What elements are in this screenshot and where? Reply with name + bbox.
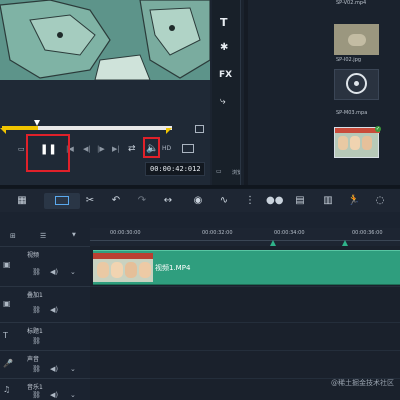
link-icon[interactable]: ⛓ xyxy=(32,365,41,373)
library-tool-strip: T ✱ FX ⤷ ▭ 浏览 xyxy=(212,0,242,185)
timeline-ruler[interactable]: 00:00:30:00 00:00:32:00 00:00:34:00 00:0… xyxy=(90,228,400,247)
record-icon[interactable]: ◉ xyxy=(190,193,206,209)
track-header-column: ⊞ ☰ ▼ ▣ 视频 ⛓ ◀) ⌄ ▣ 叠加1 ⛓ ◀) T 标题1 ⛓ 🎤 声… xyxy=(0,228,91,400)
audio-mixer-icon[interactable]: ∿ xyxy=(216,193,232,209)
dropdown-icon[interactable]: ▼ xyxy=(72,232,76,238)
sound-mixer-icon[interactable]: ⋮ xyxy=(242,193,258,209)
library-item-label: SP-V02.mp4 xyxy=(336,0,367,6)
expand-icon[interactable]: ⌄ xyxy=(70,268,76,276)
trim-start-handle[interactable] xyxy=(0,128,6,134)
tools-icon[interactable]: ✂ xyxy=(82,193,98,209)
link-icon[interactable]: ⛓ xyxy=(32,337,41,345)
graphics-tool-icon[interactable]: ✱ xyxy=(220,42,228,53)
multi-track-icon[interactable]: ▥ xyxy=(320,193,336,209)
timeline-header-gap xyxy=(0,212,400,228)
scrub-progress xyxy=(2,126,38,130)
track-header-toolbar: ⊞ ☰ ▼ xyxy=(0,228,90,247)
timecode: 00:00:42:012 xyxy=(150,165,201,173)
overlay-track-icon: ▣ xyxy=(3,299,11,308)
music-track-icon: ♫ xyxy=(3,385,11,394)
track-music[interactable]: ♫ 音乐1 ⛓ ◀) ⌄ xyxy=(0,378,90,400)
fx-tool-icon[interactable]: FX xyxy=(219,70,232,80)
ruler-label: 00:00:34:00 xyxy=(274,230,305,236)
transition-icon[interactable]: ◌ xyxy=(372,193,388,209)
ruler-label: 00:00:32:00 xyxy=(202,230,233,236)
clip-label: 视频1.MP4 xyxy=(155,264,191,272)
aspect-ratio-icon[interactable] xyxy=(182,144,194,153)
expand-icon[interactable]: ⌄ xyxy=(70,365,76,373)
player-panel: ▭ ❚❚ |◀ ◀| |▶ ▶| ⇄ 🔈 HD 00:00:42:012 xyxy=(0,80,210,185)
mute-icon[interactable]: ◀) xyxy=(50,391,58,399)
pause-highlight-box xyxy=(26,134,70,172)
track-voice[interactable]: 🎤 声音 ⛓ ◀) ⌄ xyxy=(0,350,90,379)
library-item-label: SP-M03.mpa xyxy=(336,110,368,116)
library-item-thumbnail[interactable] xyxy=(334,24,379,55)
track-name: 音乐1 xyxy=(27,384,43,391)
expand-icon[interactable]: ⌄ xyxy=(70,391,76,399)
ruler-baseline xyxy=(90,240,400,241)
track-name: 视频 xyxy=(27,252,40,259)
library-item-thumbnail[interactable] xyxy=(334,127,380,158)
media-library: SP-V02.mp4 SP-I02.jpg SP-M03.mpa ✓ xyxy=(240,0,400,185)
link-icon[interactable]: ⛓ xyxy=(32,306,41,314)
track-name: 叠加1 xyxy=(27,292,43,299)
track-name: 标题1 xyxy=(27,328,43,335)
track-manager-icon[interactable]: ⊞ xyxy=(10,232,16,240)
undo-icon[interactable]: ↶ xyxy=(108,193,124,209)
volume-highlight-box xyxy=(143,137,160,158)
next-frame-icon[interactable]: |▶ xyxy=(97,145,105,153)
watermark: @稀土掘金技术社区 xyxy=(331,379,394,387)
repeat-icon[interactable]: ⇄ xyxy=(128,144,136,154)
redo-icon[interactable]: ↷ xyxy=(134,193,150,209)
timeline-toolbar: ▦ ✂ ↶ ↷ ↔ ◉ ∿ ⋮ ●● ▤ ▥ 🏃 ◌ xyxy=(0,188,400,214)
mute-icon[interactable]: ◀) xyxy=(50,365,58,373)
track-name: 声音 xyxy=(27,356,40,363)
track-title[interactable]: T 标题1 ⛓ xyxy=(0,322,90,351)
ruler-label: 00:00:30:00 xyxy=(110,230,141,236)
track-video[interactable]: ▣ 视频 ⛓ ◀) ⌄ xyxy=(0,246,90,287)
link-icon[interactable]: ⛓ xyxy=(32,268,41,276)
overlay-lane[interactable] xyxy=(90,286,400,323)
voice-lane[interactable] xyxy=(90,350,400,379)
mute-icon[interactable]: ◀) xyxy=(50,306,58,314)
preview-window xyxy=(0,0,210,80)
browse-tool-icon[interactable]: ▭ xyxy=(216,168,222,175)
trim-end-handle[interactable] xyxy=(166,128,172,134)
chapter-icon[interactable]: ☰ xyxy=(40,232,46,240)
storyboard-view-icon[interactable]: ▦ xyxy=(14,193,30,209)
mute-icon[interactable]: ◀) xyxy=(50,268,58,276)
motion-tracking-icon[interactable]: 🏃 xyxy=(346,193,362,209)
track-overlay[interactable]: ▣ 叠加1 ⛓ ◀) xyxy=(0,286,90,323)
subtitle-icon[interactable]: ▤ xyxy=(292,193,308,209)
ruler-label: 00:00:36:00 xyxy=(352,230,383,236)
snapshot-icon[interactable] xyxy=(195,125,204,133)
hd-icon[interactable]: HD xyxy=(162,145,171,152)
video-track-icon: ▣ xyxy=(3,260,11,269)
multi-camera-icon[interactable]: ●● xyxy=(266,193,283,209)
library-item-thumbnail[interactable] xyxy=(334,69,379,100)
voice-track-icon: 🎤 xyxy=(3,359,13,368)
title-lane[interactable] xyxy=(90,322,400,351)
previous-frame-icon[interactable]: ◀| xyxy=(83,145,91,153)
timecode-box[interactable]: 00:00:42:012 xyxy=(145,162,205,176)
title-tool-icon[interactable]: T xyxy=(220,16,228,29)
fit-timeline-icon[interactable]: ↔ xyxy=(160,193,176,209)
library-item-label: SP-I02.jpg xyxy=(336,57,362,63)
timeline-view-icon[interactable] xyxy=(44,193,80,209)
title-track-icon: T xyxy=(3,331,8,340)
checkmark-icon: ✓ xyxy=(375,126,381,132)
go-to-end-icon[interactable]: ▶| xyxy=(112,145,120,153)
link-icon[interactable]: ⛓ xyxy=(32,391,41,399)
clip-thumbnail xyxy=(93,253,153,282)
path-tool-icon[interactable]: ⤷ xyxy=(220,96,226,107)
library-scrollbar[interactable] xyxy=(244,0,248,185)
video-clip[interactable]: 视频1.MP4 xyxy=(93,250,400,285)
